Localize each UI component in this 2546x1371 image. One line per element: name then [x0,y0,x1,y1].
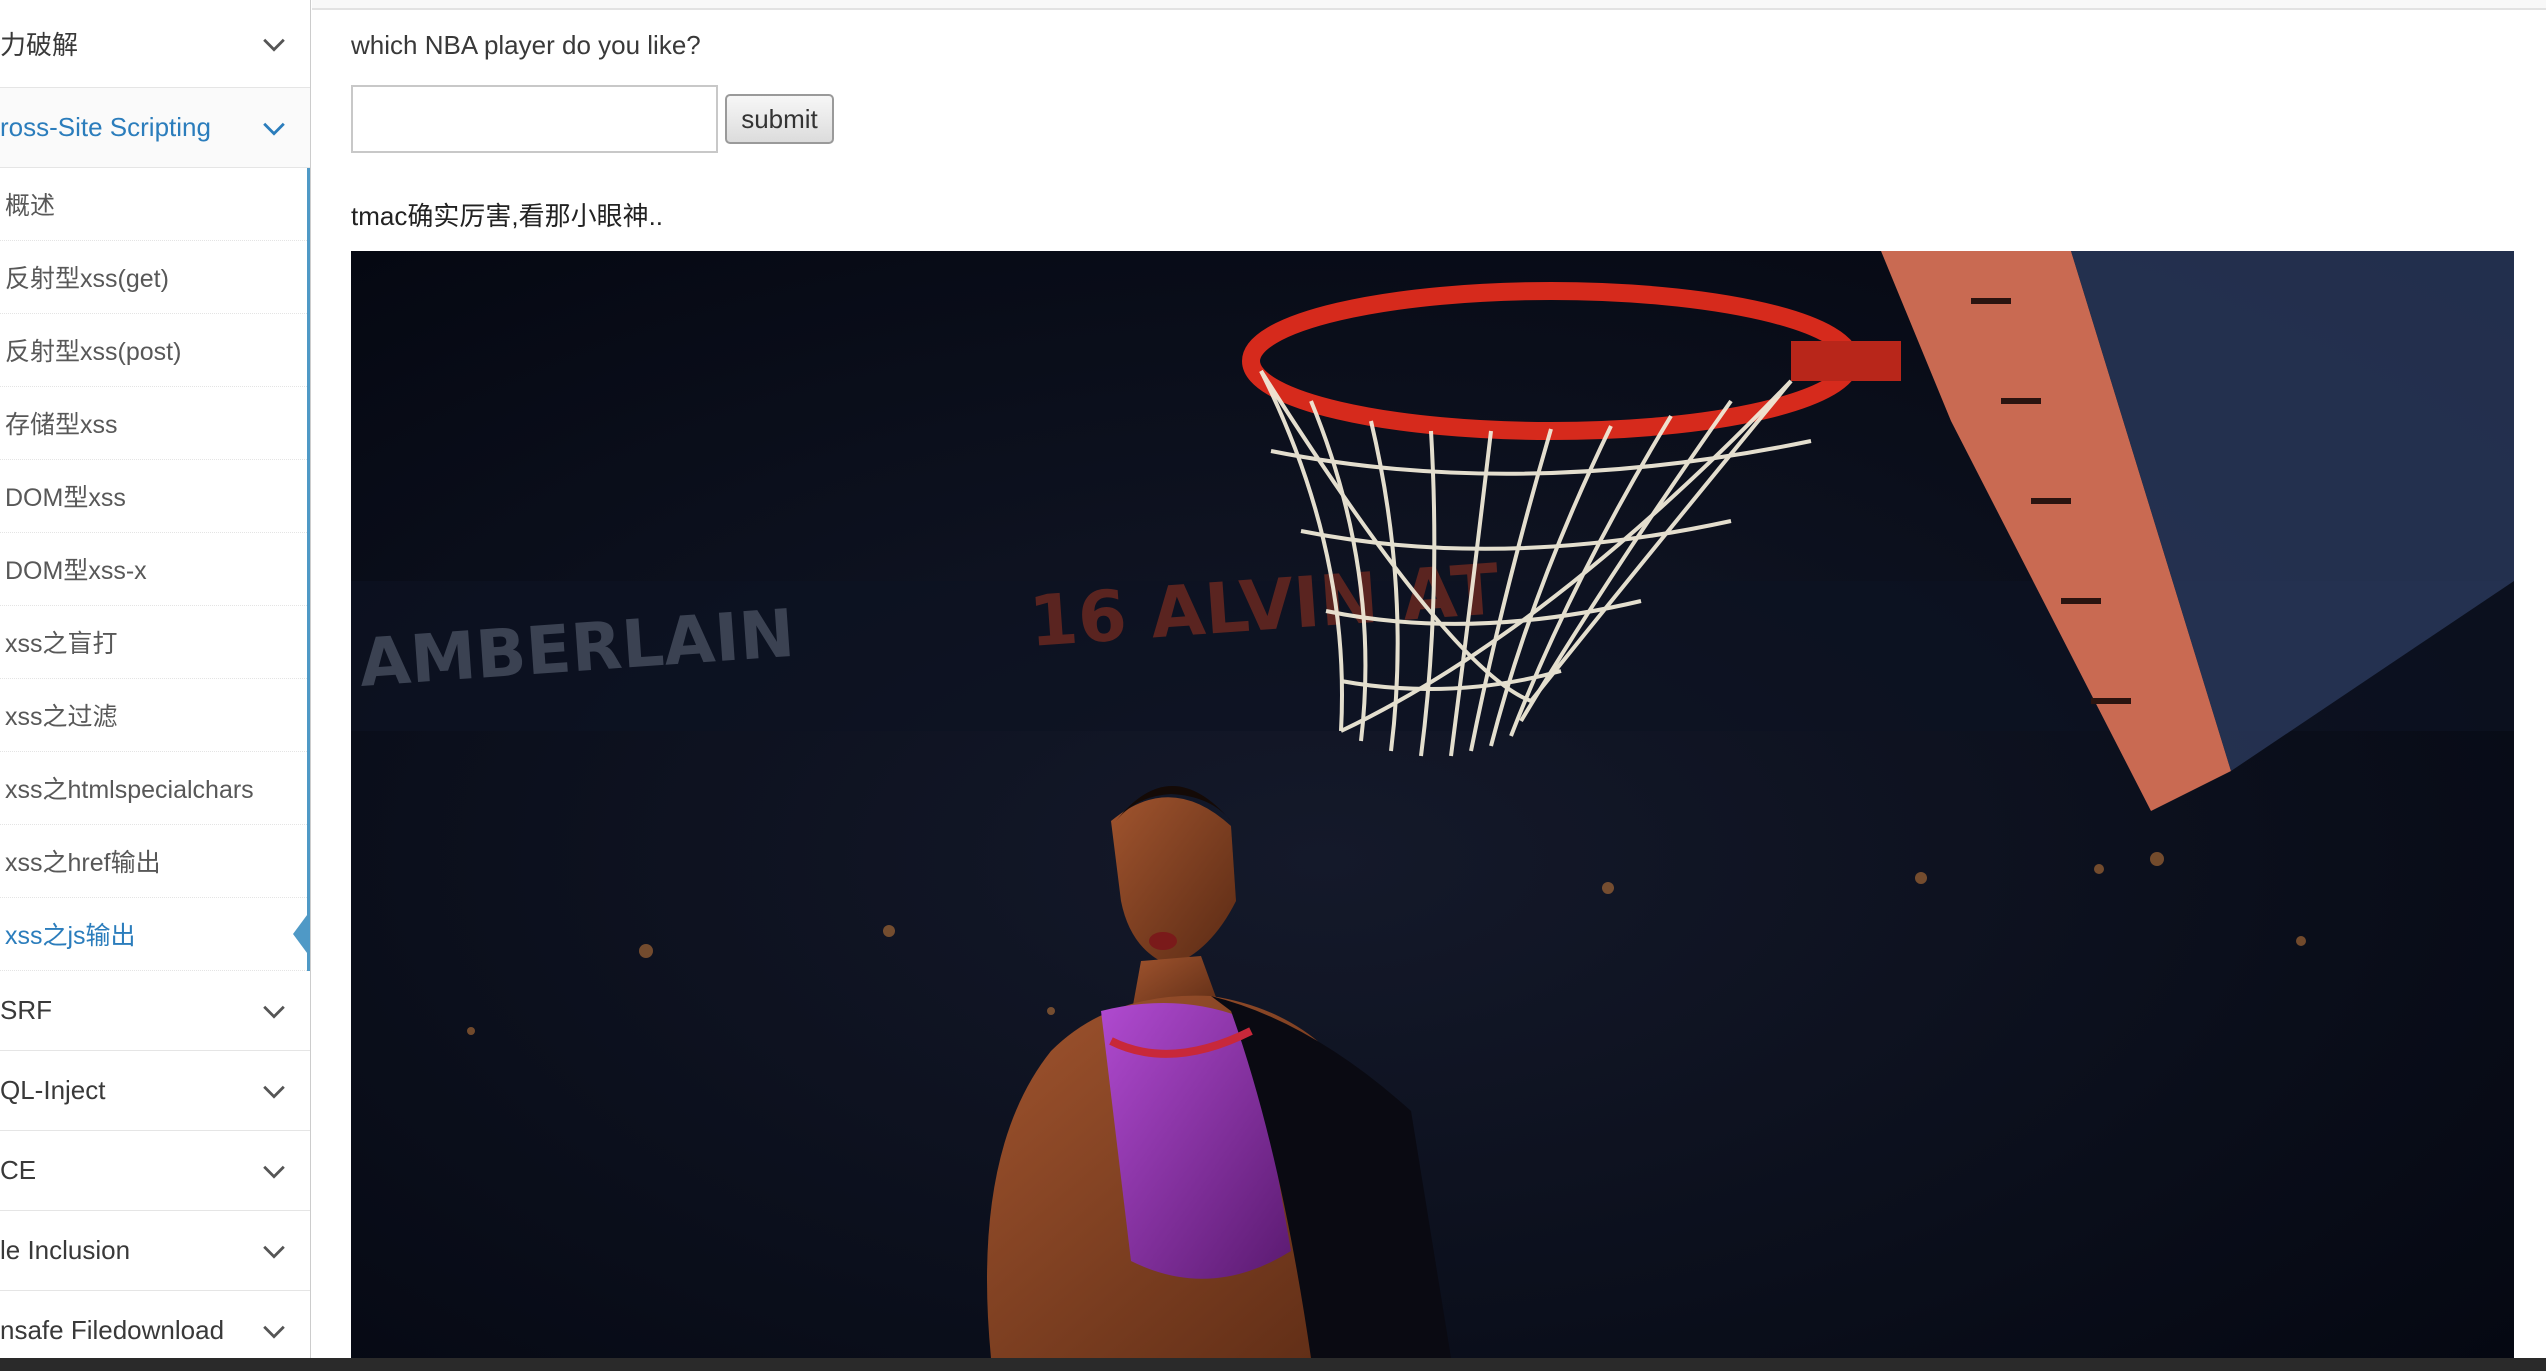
submenu-item-label: DOM型xss-x [5,557,147,585]
chevron-down-icon [260,114,288,142]
submenu-item-filter[interactable]: xss之过滤 [0,679,307,752]
submenu-item-label: xss之过滤 [5,703,118,731]
submenu-item-dom-x[interactable]: DOM型xss-x [0,533,307,606]
sidebar-item-file-inclusion[interactable]: le Inclusion [0,1211,310,1291]
sidebar-item-rce[interactable]: CE [0,1131,310,1211]
submenu-item-label: 反射型xss(get) [5,265,169,293]
player-photo: AMBERLAIN 16 ALVIN AT [351,251,2514,1358]
submenu-item-href-output[interactable]: xss之href输出 [0,825,307,898]
sidebar-item-xss[interactable]: ross-Site Scripting [0,88,310,168]
player-name-input[interactable] [351,85,718,153]
submenu-item-label: DOM型xss [5,484,126,512]
submenu-item-label: xss之htmlspecialchars [5,776,254,804]
xss-submenu: 概述 反射型xss(get) 反射型xss(post) 存储型xss DOM型x… [0,168,310,971]
submenu-item-label: xss之href输出 [5,849,161,877]
chevron-down-icon [260,997,288,1025]
sidebar-item-label: le Inclusion [0,1235,131,1265]
submenu-item-stored[interactable]: 存储型xss [0,387,307,460]
sidebar-item-label: nsafe Filedownload [0,1315,225,1345]
submenu-item-reflected-post[interactable]: 反射型xss(post) [0,314,307,387]
main-content: which NBA player do you like? submit tma… [351,0,2546,1358]
sidebar-item-csrf[interactable]: SRF [0,971,310,1051]
sidebar-item-label: SRF [0,995,52,1025]
sidebar-item-label: ross-Site Scripting [0,112,211,142]
submenu-item-overview[interactable]: 概述 [0,168,307,241]
submenu-item-blind[interactable]: xss之盲打 [0,606,307,679]
result-message: tmac确实厉害,看那小眼神.. [351,201,664,231]
question-label: which NBA player do you like? [351,30,701,60]
submenu-item-label: xss之js输出 [5,922,136,950]
submenu-item-dom[interactable]: DOM型xss [0,460,307,533]
submenu-item-js-output[interactable]: xss之js输出 [0,898,310,971]
chevron-down-icon [260,1077,288,1105]
submenu-item-reflected-get[interactable]: 反射型xss(get) [0,241,307,314]
chevron-down-icon [260,1237,288,1265]
active-pointer-icon [293,911,310,957]
chevron-down-icon [260,1317,288,1345]
submenu-item-htmlspecialchars[interactable]: xss之htmlspecialchars [0,752,307,825]
sidebar-item-label: CE [0,1155,37,1185]
submenu-item-label: xss之盲打 [5,630,118,658]
chevron-down-icon [260,30,288,58]
chevron-down-icon [260,1157,288,1185]
sidebar-item-sql-inject[interactable]: QL-Inject [0,1051,310,1131]
sidebar-item-brute-force[interactable]: 力破解 [0,0,310,88]
submit-button[interactable]: submit [725,94,834,144]
sidebar-item-label: 力破解 [0,30,79,60]
submenu-item-label: 存储型xss [5,411,118,439]
submenu-item-label: 反射型xss(post) [5,338,182,366]
sidebar-item-label: QL-Inject [0,1075,106,1105]
status-strip [0,1358,2546,1371]
sidebar-nav: 力破解 ross-Site Scripting 概述 反射型xss(get) 反… [0,0,311,1371]
submenu-item-label: 概述 [5,192,56,220]
